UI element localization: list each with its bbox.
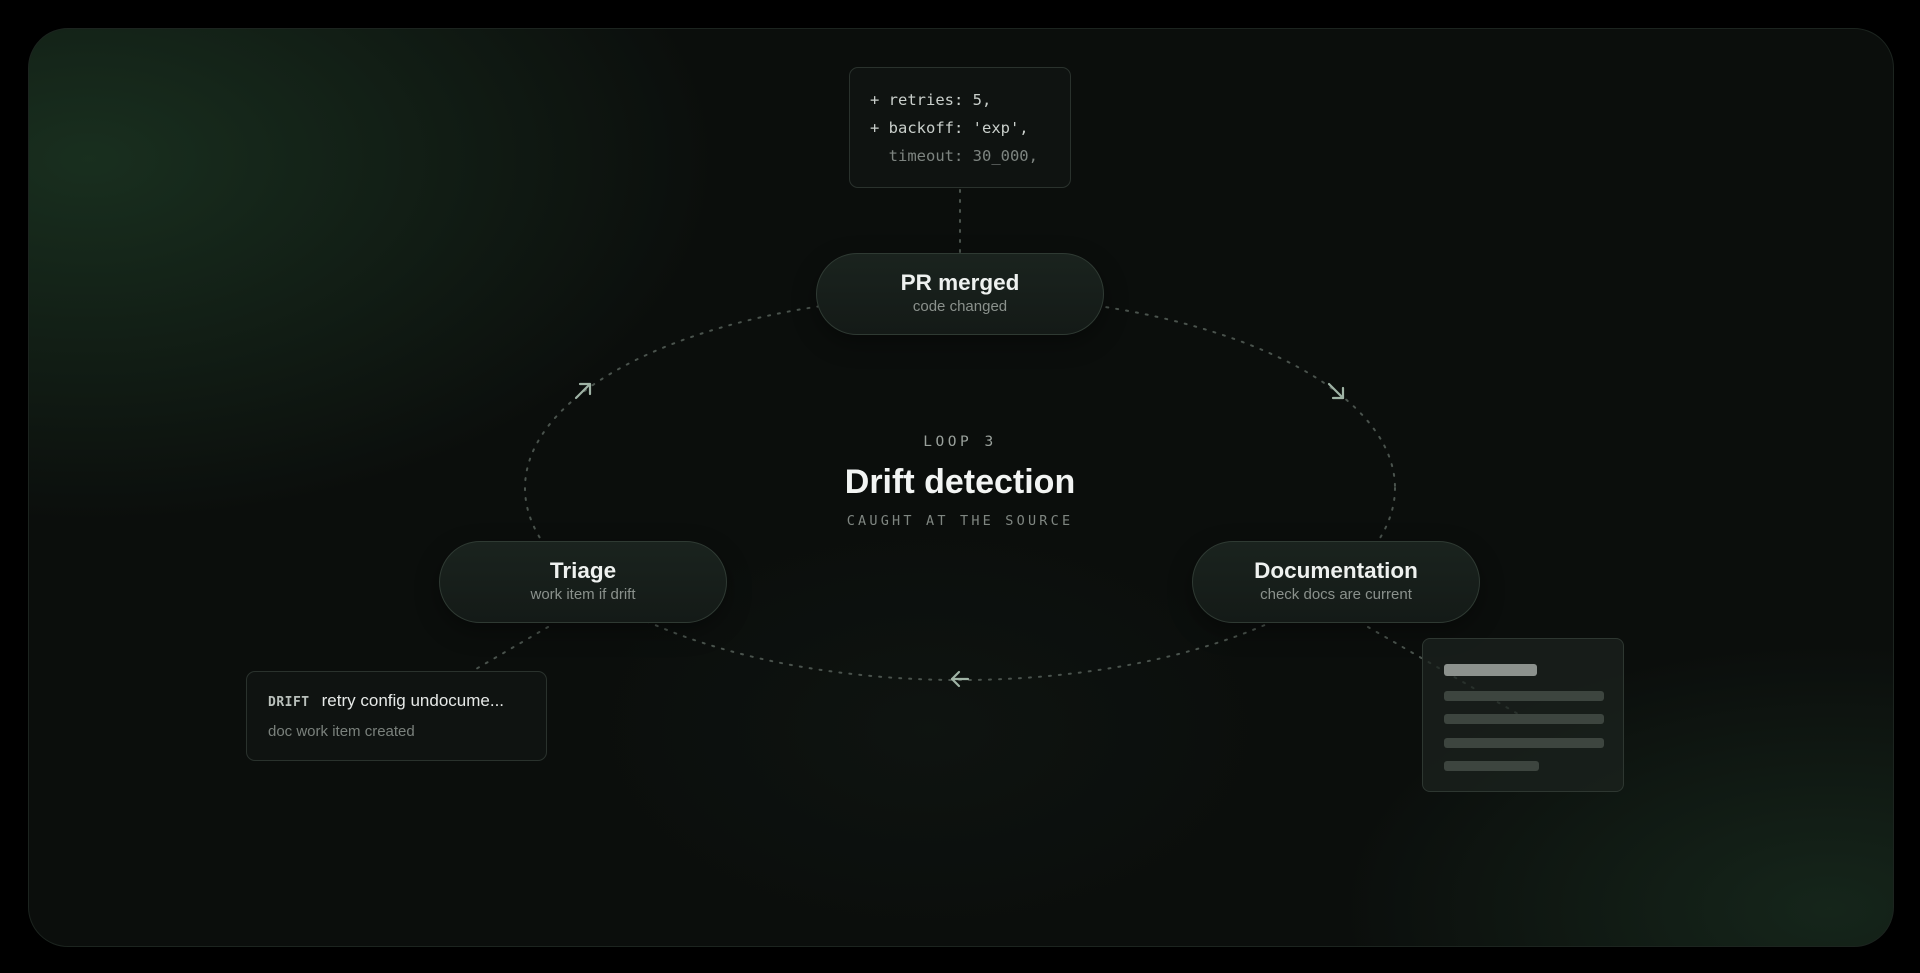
- drift-work-item-card[interactable]: DRIFT retry config undocume... doc work i…: [246, 671, 547, 761]
- loop-title: Drift detection: [844, 463, 1076, 501]
- arrow-down-right-icon: [1327, 382, 1345, 400]
- node-title: PR merged: [900, 270, 1020, 295]
- loop-tagline: CAUGHT AT THE SOURCE: [846, 513, 1074, 529]
- code-line: timeout: 30_000,: [870, 147, 1038, 165]
- node-subtitle: work item if drift: [530, 586, 636, 603]
- node-triage[interactable]: Triage work item if drift: [439, 541, 727, 623]
- doc-preview-card: [1422, 638, 1624, 792]
- loop-number-label: LOOP 3: [923, 434, 997, 450]
- doc-line-placeholder: [1444, 738, 1604, 748]
- code-diff-card: + retries: 5, + backoff: 'exp', timeout:…: [849, 67, 1071, 188]
- drift-detection-loop-diagram: + retries: 5, + backoff: 'exp', timeout:…: [0, 0, 1920, 973]
- doc-heading-placeholder: [1444, 664, 1537, 676]
- doc-line-placeholder: [1444, 691, 1604, 701]
- doc-line-placeholder: [1444, 714, 1604, 724]
- node-subtitle: check docs are current: [1260, 586, 1412, 603]
- code-line: + retries: 5,: [870, 91, 992, 109]
- node-documentation[interactable]: Documentation check docs are current: [1192, 541, 1480, 623]
- doc-line-placeholder: [1444, 761, 1539, 771]
- drift-badge: DRIFT: [268, 695, 310, 710]
- node-pr-merged[interactable]: PR merged code changed: [816, 253, 1104, 335]
- drift-row: DRIFT retry config undocume...: [268, 690, 546, 714]
- node-title: Triage: [549, 558, 617, 583]
- drift-subtitle: doc work item created: [268, 723, 415, 740]
- drift-title: retry config undocume...: [321, 691, 505, 710]
- arrow-left-icon: [950, 670, 970, 688]
- node-subtitle: code changed: [912, 298, 1008, 315]
- loop-heading: LOOP 3 Drift detection CAUGHT AT THE SOU…: [760, 432, 1160, 530]
- code-line: + backoff: 'exp',: [870, 119, 1029, 137]
- node-title: Documentation: [1254, 558, 1418, 583]
- arrow-up-right-icon: [574, 382, 592, 400]
